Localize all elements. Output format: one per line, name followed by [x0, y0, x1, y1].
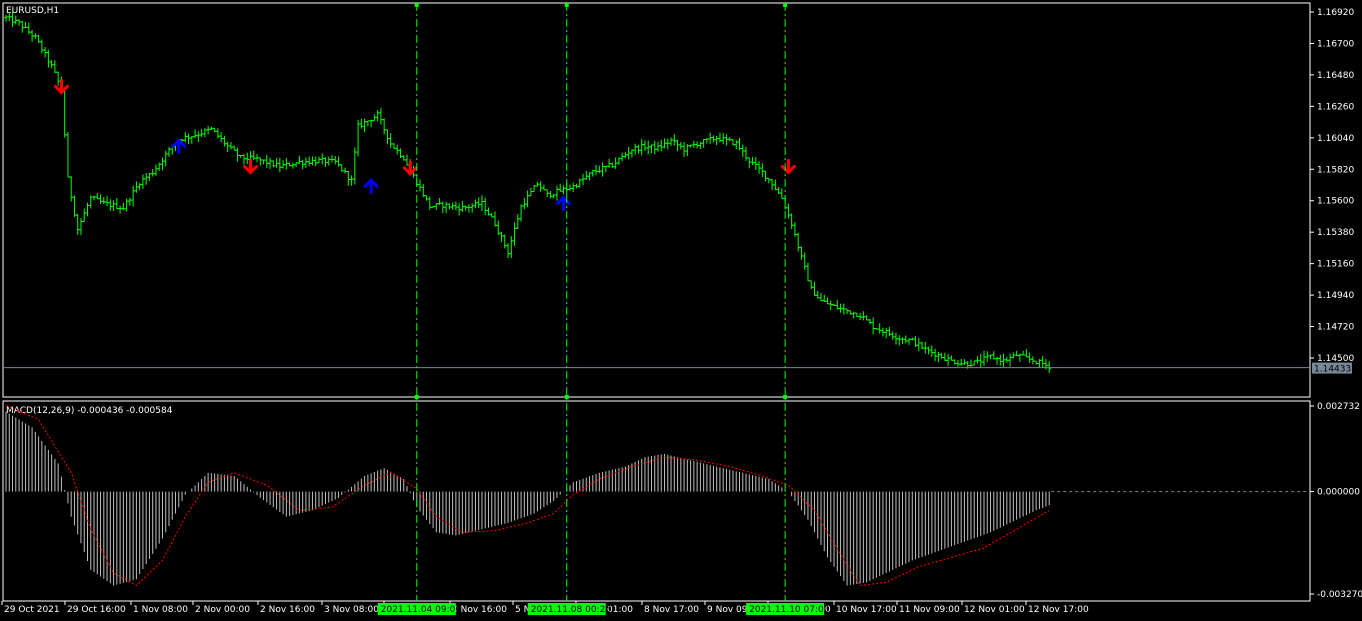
vline-time-label: 2021.11.08 00:25 — [531, 605, 611, 615]
price-tick-label: 1.15820 — [1317, 165, 1354, 175]
symbol-title: EURUSD,H1 — [6, 6, 59, 16]
macd-tick-label: 0.002732 — [1317, 402, 1360, 412]
time-tick-label: 2 Nov 00:00 — [195, 605, 250, 615]
price-tick-label: 1.15600 — [1317, 197, 1354, 207]
trading-chart[interactable]: EURUSD,H1 1.16920 1.16700 1.16480 1.16260 1.… — [0, 0, 1362, 621]
price-tick-label: 1.14720 — [1317, 323, 1354, 333]
vertical-line-handle-top — [564, 3, 569, 7]
price-tick-label: 1.16040 — [1317, 134, 1354, 144]
vertical-line-handle-top — [414, 3, 419, 7]
time-tick-label: 2 Nov 16:00 — [260, 605, 315, 615]
time-tick-label: 12 Nov 17:00 — [1028, 605, 1089, 615]
time-tick-label: 29 Oct 2021 — [4, 605, 60, 615]
price-tick-label: 1.16700 — [1317, 39, 1354, 49]
vertical-line-handle-top — [783, 3, 788, 7]
macd-tick-label: 0.000000 — [1317, 488, 1360, 498]
macd-title: MACD(12,26,9) -0.000436 -0.000584 — [6, 406, 173, 416]
price-tick-label: 1.16260 — [1317, 102, 1354, 112]
price-tick-label: 1.15380 — [1317, 228, 1354, 238]
price-tick-label: 1.14940 — [1317, 291, 1354, 301]
chart-background — [0, 0, 1362, 621]
time-tick-label: 10 Nov 17:00 — [836, 605, 897, 615]
time-tick-label: 11 Nov 09:00 — [899, 605, 960, 615]
time-tick-label: 1 Nov 08:00 — [133, 605, 188, 615]
bid-price-label: 1.14433 — [1314, 365, 1351, 375]
price-tick-label: 1.15160 — [1317, 260, 1354, 270]
macd-tick-label: -0.003270 — [1317, 590, 1362, 600]
vline-time-label: 2021.11.10 07:00 — [749, 605, 830, 615]
vline-time-label: 2021.11.04 09:00 — [381, 605, 462, 615]
time-tick-label: 29 Oct 16:00 — [67, 605, 126, 615]
vertical-line-handle-bottom — [783, 395, 788, 399]
vertical-line-handle-bottom — [414, 395, 419, 399]
price-tick-label: 1.16480 — [1317, 71, 1354, 81]
time-tick-label: 12 Nov 01:00 — [964, 605, 1025, 615]
time-tick-label: 3 Nov 08:00 — [324, 605, 379, 615]
time-tick-label: 8 Nov 17:00 — [644, 605, 699, 615]
price-tick-label: 1.14500 — [1317, 354, 1354, 364]
vertical-line-handle-bottom — [564, 395, 569, 399]
price-tick-label: 1.16920 — [1317, 8, 1354, 18]
